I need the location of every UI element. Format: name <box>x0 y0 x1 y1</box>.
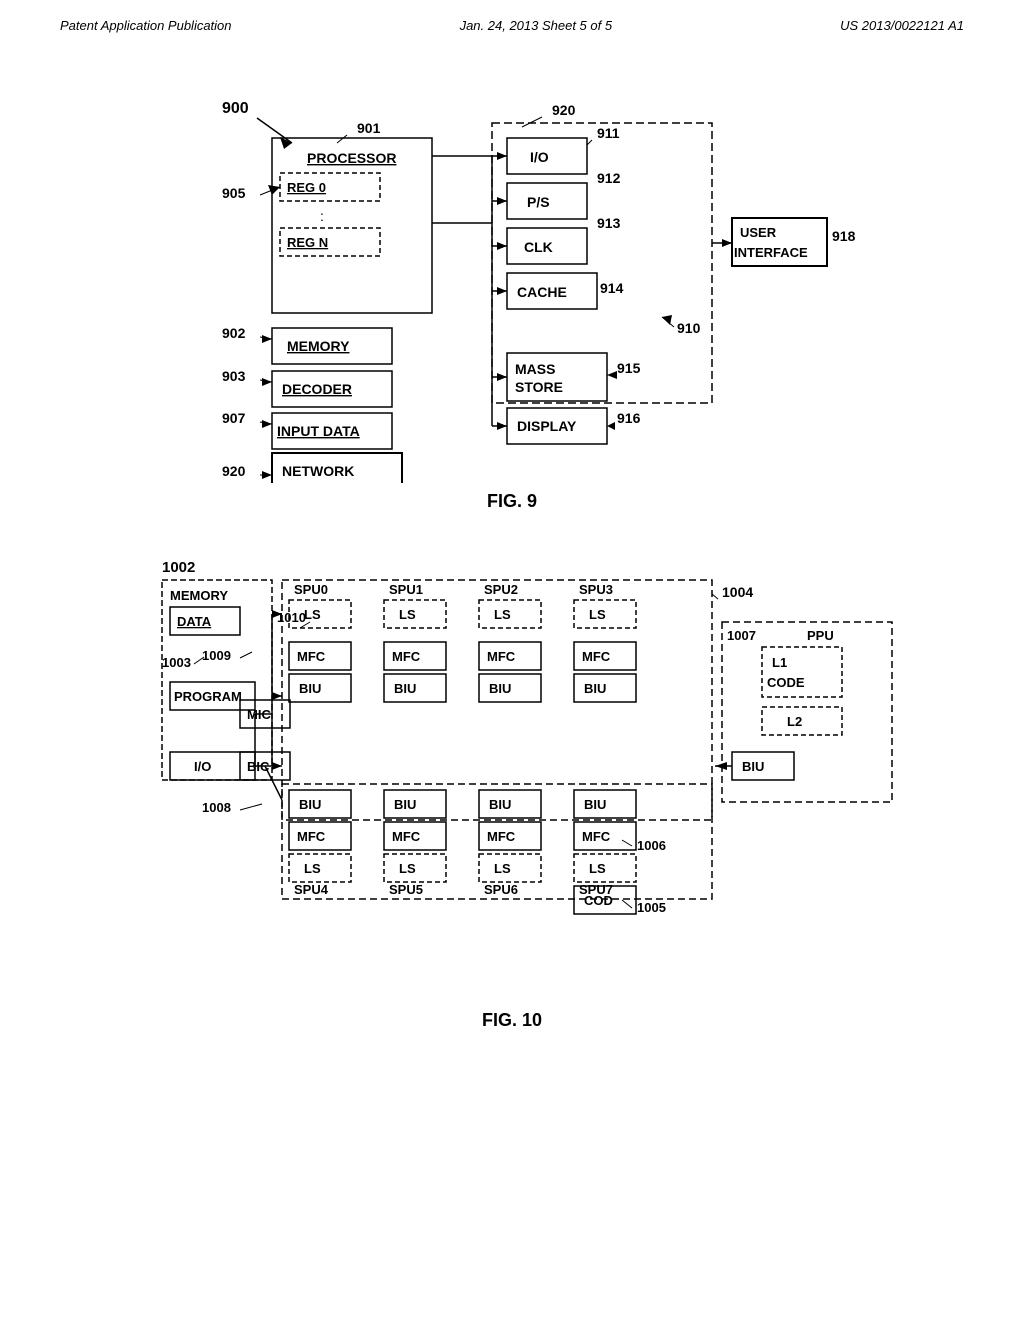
svg-text:1005: 1005 <box>637 900 666 915</box>
svg-text:LS: LS <box>589 861 606 876</box>
svg-text:BIU: BIU <box>394 681 416 696</box>
svg-text:BIU: BIU <box>489 681 511 696</box>
svg-text:920: 920 <box>222 463 246 479</box>
page-header: Patent Application Publication Jan. 24, … <box>0 0 1024 43</box>
svg-text:SPU4: SPU4 <box>294 882 329 897</box>
svg-text:SPU1: SPU1 <box>389 582 423 597</box>
svg-text:MFC: MFC <box>582 649 611 664</box>
svg-text:MFC: MFC <box>297 649 326 664</box>
svg-text:914: 914 <box>600 280 624 296</box>
svg-text:907: 907 <box>222 410 246 426</box>
svg-text:920: 920 <box>552 102 576 118</box>
svg-text:BIU: BIU <box>742 759 764 774</box>
svg-text:1007: 1007 <box>727 628 756 643</box>
svg-text:BIU: BIU <box>299 681 321 696</box>
svg-text:1002: 1002 <box>162 559 195 576</box>
header-right: US 2013/0022121 A1 <box>840 18 964 33</box>
svg-text:915: 915 <box>617 360 641 376</box>
svg-text:DECODER: DECODER <box>282 381 352 397</box>
svg-text:I/O: I/O <box>194 759 211 774</box>
svg-text:905: 905 <box>222 185 246 201</box>
svg-text:SPU2: SPU2 <box>484 582 518 597</box>
svg-text:SPU3: SPU3 <box>579 582 613 597</box>
fig10-diagram: 1002 MEMORY DATA 1003 PROGRAM I/O 1004 S… <box>132 542 892 1002</box>
svg-text:1006: 1006 <box>637 838 666 853</box>
svg-text:MASS: MASS <box>515 361 555 377</box>
svg-text:LS: LS <box>589 607 606 622</box>
svg-text:SPU6: SPU6 <box>484 882 518 897</box>
svg-text:DISPLAY: DISPLAY <box>517 418 577 434</box>
svg-text:USER: USER <box>740 225 777 240</box>
svg-text:P/S: P/S <box>527 194 550 210</box>
svg-text:901: 901 <box>357 120 381 136</box>
svg-text:913: 913 <box>597 215 621 231</box>
svg-text:910: 910 <box>677 320 701 336</box>
svg-text:I/O: I/O <box>530 149 549 165</box>
svg-text:L1: L1 <box>772 655 787 670</box>
fig9-label: FIG. 9 <box>0 491 1024 512</box>
svg-text:903: 903 <box>222 368 246 384</box>
svg-text:COD: COD <box>584 893 613 908</box>
svg-text::: : <box>320 208 324 224</box>
svg-text:918: 918 <box>832 228 856 244</box>
svg-text:LS: LS <box>399 607 416 622</box>
svg-text:1008: 1008 <box>202 800 231 815</box>
svg-text:LS: LS <box>494 861 511 876</box>
svg-text:PROGRAM: PROGRAM <box>174 689 242 704</box>
svg-text:NETWORK: NETWORK <box>282 463 354 479</box>
svg-text:MFC: MFC <box>392 649 421 664</box>
svg-text:1004: 1004 <box>722 584 753 600</box>
fig9-diagram: 900 901 PROCESSOR REG 0 : REG N 905 920 <box>162 63 862 483</box>
svg-text:REG N: REG N <box>287 235 328 250</box>
svg-text:L2: L2 <box>787 714 802 729</box>
svg-text:STORE: STORE <box>515 379 563 395</box>
header-left: Patent Application Publication <box>60 18 232 33</box>
svg-text:MFC: MFC <box>582 829 611 844</box>
svg-text:SPU5: SPU5 <box>389 882 423 897</box>
svg-text:PPU: PPU <box>807 628 834 643</box>
svg-text:INPUT DATA: INPUT DATA <box>277 423 360 439</box>
header-center: Jan. 24, 2013 Sheet 5 of 5 <box>460 18 613 33</box>
svg-text:916: 916 <box>617 410 641 426</box>
svg-text:LS: LS <box>399 861 416 876</box>
svg-text:MFC: MFC <box>297 829 326 844</box>
svg-text:CODE: CODE <box>767 675 805 690</box>
svg-text:BIU: BIU <box>584 681 606 696</box>
svg-text:BIU: BIU <box>584 797 606 812</box>
svg-text:LS: LS <box>304 861 321 876</box>
svg-text:MEMORY: MEMORY <box>170 588 228 603</box>
svg-text:CLK: CLK <box>524 239 553 255</box>
svg-text:1003: 1003 <box>162 655 191 670</box>
svg-text:912: 912 <box>597 170 621 186</box>
svg-text:SPU0: SPU0 <box>294 582 328 597</box>
svg-text:MFC: MFC <box>487 649 516 664</box>
svg-text:MFC: MFC <box>392 829 421 844</box>
svg-text:DATA: DATA <box>177 614 212 629</box>
svg-text:902: 902 <box>222 325 246 341</box>
svg-text:LS: LS <box>494 607 511 622</box>
svg-text:CACHE: CACHE <box>517 284 567 300</box>
svg-text:LS: LS <box>304 607 321 622</box>
svg-text:REG 0: REG 0 <box>287 180 326 195</box>
svg-text:MFC: MFC <box>487 829 516 844</box>
svg-text:MEMORY: MEMORY <box>287 338 350 354</box>
svg-text:1010: 1010 <box>277 610 306 625</box>
svg-text:BIU: BIU <box>394 797 416 812</box>
svg-text:900: 900 <box>222 100 249 117</box>
svg-text:INTERFACE: INTERFACE <box>734 245 808 260</box>
svg-text:BIU: BIU <box>299 797 321 812</box>
svg-text:911: 911 <box>597 125 620 141</box>
svg-text:1009: 1009 <box>202 648 231 663</box>
svg-text:BIU: BIU <box>489 797 511 812</box>
svg-text:PROCESSOR: PROCESSOR <box>307 150 396 166</box>
